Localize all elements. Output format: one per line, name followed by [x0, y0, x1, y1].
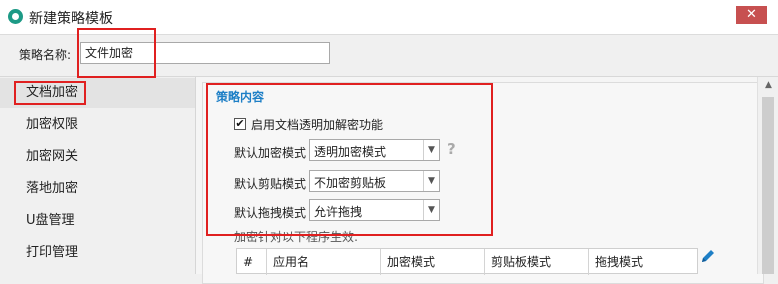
- question-icon[interactable]: ?: [447, 140, 456, 158]
- vertical-scrollbar[interactable]: ▲: [757, 77, 778, 274]
- default-clipboard-mode-label: 默认剪贴模式: [234, 177, 307, 191]
- policy-name-row: 策略名称: 文件加密: [0, 35, 778, 77]
- chevron-down-icon: ▼: [423, 200, 439, 220]
- table-header-index[interactable]: #: [237, 249, 267, 275]
- enable-encryption-checkbox[interactable]: ✔: [234, 118, 246, 130]
- close-button[interactable]: ✕: [736, 6, 767, 24]
- section-title: 策略内容: [216, 90, 265, 104]
- table-header-clipboard-mode[interactable]: 剪贴板模式: [485, 249, 589, 275]
- default-drag-mode-select[interactable]: 允许拖拽 ▼: [309, 199, 440, 221]
- select-value: 允许拖拽: [314, 205, 363, 219]
- chevron-down-icon: ▼: [423, 171, 439, 191]
- default-encryption-mode-select[interactable]: 透明加密模式 ▼: [309, 139, 440, 161]
- sidebar-item-print-management[interactable]: 打印管理: [0, 238, 195, 268]
- sidebar-item-encryption-gateway[interactable]: 加密网关: [0, 142, 195, 172]
- sidebar-item-encryption-permissions[interactable]: 加密权限: [0, 110, 195, 140]
- policy-name-label: 策略名称:: [19, 48, 72, 62]
- default-drag-mode-label: 默认拖拽模式: [234, 206, 307, 220]
- title-bar: 新建策略模板 ✕: [0, 0, 778, 35]
- sidebar: 文档加密 加密权限 加密网关 落地加密 U盘管理 打印管理: [0, 77, 196, 274]
- enable-encryption-label: 启用文档透明加解密功能: [251, 118, 384, 132]
- pencil-icon[interactable]: [700, 248, 716, 264]
- table-header-app-name[interactable]: 应用名: [267, 249, 381, 275]
- scrollbar-thumb[interactable]: [762, 97, 774, 274]
- sidebar-item-doc-encryption[interactable]: 文档加密: [0, 78, 195, 108]
- app-logo-icon: [8, 9, 23, 24]
- sidebar-item-usb-management[interactable]: U盘管理: [0, 206, 195, 236]
- table-header-drag-mode[interactable]: 拖拽模式: [589, 249, 697, 275]
- chevron-down-icon: ▼: [423, 140, 439, 160]
- select-value: 不加密剪贴板: [314, 176, 387, 190]
- scroll-up-icon[interactable]: ▲: [758, 77, 778, 94]
- program-table: # 应用名 加密模式 剪贴板模式 拖拽模式: [236, 248, 698, 275]
- window-title: 新建策略模板: [29, 11, 113, 27]
- select-value: 透明加密模式: [314, 145, 387, 159]
- policy-name-input[interactable]: 文件加密: [80, 42, 330, 64]
- program-scope-hint: 加密针对以下程序生效:: [234, 230, 359, 244]
- default-clipboard-mode-select[interactable]: 不加密剪贴板 ▼: [309, 170, 440, 192]
- default-encryption-mode-label: 默认加密模式: [234, 146, 307, 160]
- table-header-encryption-mode[interactable]: 加密模式: [381, 249, 485, 275]
- sidebar-item-landing-encryption[interactable]: 落地加密: [0, 174, 195, 204]
